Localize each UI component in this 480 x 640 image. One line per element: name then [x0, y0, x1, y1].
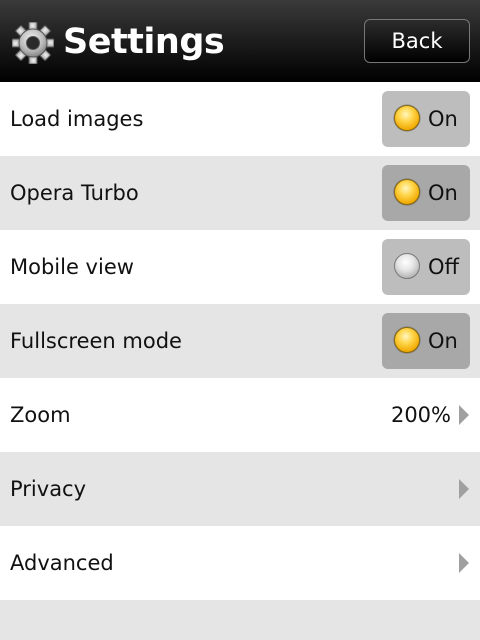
toggle-on-indicator-icon	[394, 327, 420, 353]
mobile-view-toggle[interactable]: Off	[382, 239, 470, 295]
zoom-value: 200%	[390, 403, 451, 427]
toggle-state-text: On	[428, 329, 458, 353]
opera-turbo-toggle[interactable]: On	[382, 165, 470, 221]
toggle-off-indicator-icon	[394, 253, 420, 279]
setting-load-images: Load images On	[0, 82, 480, 156]
setting-privacy[interactable]: Privacy	[0, 452, 480, 526]
toggle-state-text: On	[428, 107, 458, 131]
settings-list: Load images On Opera Turbo On Mobile vie…	[0, 82, 480, 600]
load-images-toggle[interactable]: On	[382, 91, 470, 147]
setting-label: Advanced	[10, 551, 114, 575]
chevron-right-icon	[459, 479, 469, 499]
toggle-on-indicator-icon	[394, 179, 420, 205]
header-bar: Settings Back	[0, 0, 480, 82]
page-title: Settings	[63, 22, 225, 62]
setting-label: Opera Turbo	[10, 181, 139, 205]
setting-label: Mobile view	[10, 255, 134, 279]
setting-label: Privacy	[10, 477, 87, 501]
toggle-on-indicator-icon	[394, 105, 420, 131]
setting-fullscreen-mode: Fullscreen mode On	[0, 304, 480, 378]
back-button[interactable]: Back	[364, 19, 470, 63]
setting-label: Zoom	[10, 403, 71, 427]
setting-mobile-view: Mobile view Off	[0, 230, 480, 304]
chevron-right-icon	[459, 405, 469, 425]
gear-icon	[12, 22, 54, 64]
setting-label: Fullscreen mode	[10, 329, 182, 353]
toggle-state-text: Off	[428, 255, 459, 279]
setting-opera-turbo: Opera Turbo On	[0, 156, 480, 230]
chevron-right-icon	[459, 553, 469, 573]
setting-advanced[interactable]: Advanced	[0, 526, 480, 600]
setting-zoom[interactable]: Zoom 200%	[0, 378, 480, 452]
toggle-state-text: On	[428, 181, 458, 205]
fullscreen-mode-toggle[interactable]: On	[382, 313, 470, 369]
setting-label: Load images	[10, 107, 144, 131]
